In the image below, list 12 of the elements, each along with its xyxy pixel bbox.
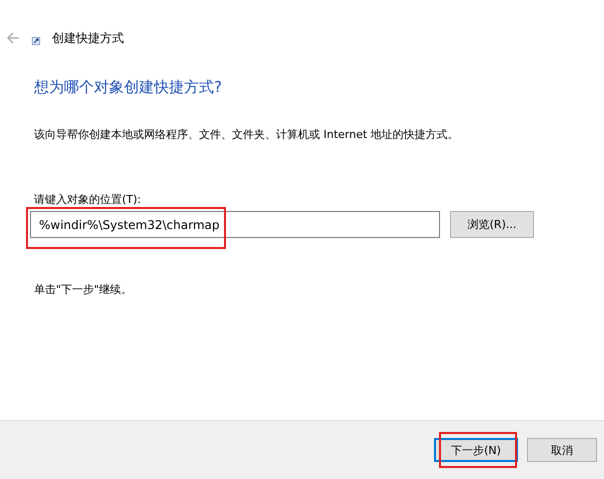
shortcut-icon (32, 37, 40, 45)
browse-button[interactable]: 浏览(R)... (450, 211, 534, 238)
back-arrow-icon[interactable] (6, 32, 20, 44)
wizard-heading: 想为哪个对象创建快捷方式? (34, 78, 223, 97)
next-button[interactable]: 下一步(N) (434, 438, 518, 462)
description-text: 该向导帮你创建本地或网络程序、文件、文件夹、计算机或 Internet 地址的快捷方式。 (34, 127, 460, 142)
location-label: 请键入对象的位置(T): (34, 192, 142, 207)
location-value: %windir%\System32\charmap (39, 218, 220, 232)
hint-text: 单击"下一步"继续。 (34, 282, 134, 297)
window-title: 创建快捷方式 (52, 30, 124, 46)
location-field[interactable]: %windir%\System32\charmap (30, 211, 440, 238)
cancel-button[interactable]: 取消 (527, 438, 597, 462)
